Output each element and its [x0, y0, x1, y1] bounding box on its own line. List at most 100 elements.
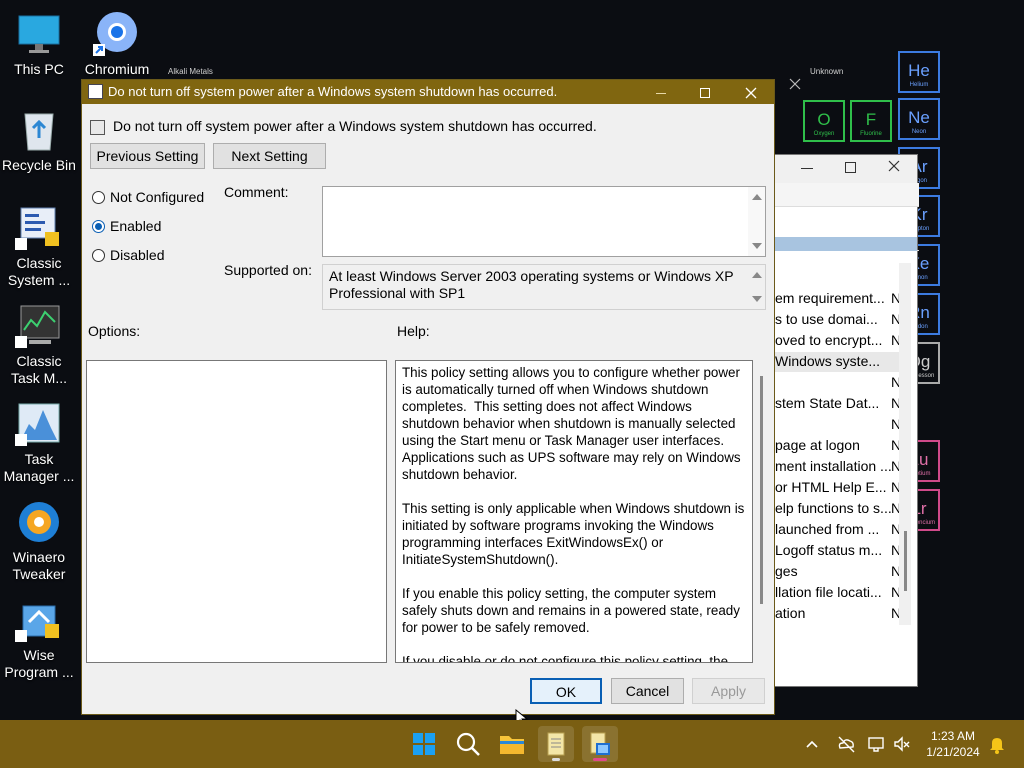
policy-row-name[interactable]: em requirement... — [775, 290, 905, 306]
wallpaper-element: O Oxygen — [803, 100, 845, 142]
minimize-icon — [656, 92, 666, 94]
search-icon — [456, 732, 480, 756]
maximize-icon[interactable] — [845, 162, 856, 173]
help-text: This policy setting allows you to config… — [402, 365, 745, 663]
cancel-button[interactable]: Cancel — [611, 678, 684, 704]
radio-circle[interactable] — [92, 191, 105, 204]
comment-textarea[interactable] — [322, 186, 766, 257]
group-policy-icon — [590, 732, 610, 755]
dialog-titlebar[interactable]: Do not turn off system power after a Win… — [82, 80, 774, 104]
close-icon[interactable] — [887, 159, 901, 176]
supported-scrollbar[interactable] — [748, 265, 765, 309]
scroll-down-icon[interactable] — [752, 243, 762, 249]
maximize-button[interactable] — [682, 80, 728, 104]
dialog-title: Do not turn off system power after a Win… — [108, 84, 558, 99]
wallpaper-header-right: Unknown — [810, 67, 844, 76]
policy-row-name[interactable]: llation file locati... — [775, 584, 905, 600]
policy-row-name[interactable]: s to use domai... — [775, 311, 905, 327]
wallpaper-element: F Fluorine — [850, 100, 892, 142]
desktop-icon-classic-system[interactable]: Classic System ... — [2, 204, 76, 289]
policy-row-name[interactable]: or HTML Help E... — [775, 479, 905, 495]
policy-row-name[interactable]: launched from ... — [775, 521, 905, 537]
background-window-close-icon[interactable] — [773, 72, 809, 96]
policy-list-scrollbar[interactable] — [899, 263, 911, 625]
policy-row-name[interactable]: ges — [775, 563, 905, 579]
desktop-icon-label: Chromium — [84, 61, 150, 77]
classic-task-manager-icon — [15, 302, 63, 350]
monitor-icon — [15, 10, 63, 58]
supported-on-value: At least Windows Server 2003 operating s… — [329, 268, 734, 301]
group-policy-button[interactable] — [582, 726, 618, 762]
cloud-offline-icon[interactable] — [836, 734, 856, 757]
background-policy-window: em requirement... Ns to use domai... Noved… — [760, 154, 919, 687]
policy-row-name[interactable]: Logoff status m... — [775, 542, 905, 558]
radio-circle[interactable] — [92, 249, 105, 262]
clock-time: 1:23 AM — [930, 729, 976, 743]
desktop-icon-this-pc[interactable]: This PC — [2, 10, 76, 78]
policy-row-name[interactable]: ment installation ... — [775, 458, 905, 474]
scroll-up-icon[interactable] — [752, 194, 762, 200]
policy-row-name[interactable]: elp functions to s... — [775, 500, 905, 516]
recycle-bin-icon — [15, 106, 63, 154]
policy-row-name[interactable]: ation — [775, 605, 905, 621]
desktop-icon-classic-task-manager[interactable]: Classic Task M... — [2, 302, 76, 387]
radio-circle-selected[interactable] — [92, 220, 105, 233]
volume-muted-icon[interactable] — [892, 734, 912, 757]
next-setting-button[interactable]: Next Setting — [213, 143, 326, 169]
desktop-icon-label: Recycle Bin — [2, 157, 76, 173]
policy-row-name[interactable]: oved to encrypt... — [775, 332, 905, 348]
desktop-icon-recycle-bin[interactable]: Recycle Bin — [2, 106, 76, 174]
comment-label: Comment: — [224, 184, 289, 200]
minimize-icon[interactable] — [801, 168, 813, 169]
desktop-icon-label: Winaero Tweaker — [12, 549, 66, 582]
policy-setting-dialog: Do not turn off system power after a Win… — [81, 79, 775, 715]
file-explorer-button[interactable] — [494, 726, 530, 762]
wallpaper-element: He Helium — [898, 51, 940, 93]
radio-enabled[interactable]: Enabled — [92, 218, 161, 234]
file-explorer-icon — [500, 736, 524, 754]
search-button[interactable] — [450, 726, 486, 762]
notepad-icon — [547, 732, 565, 756]
minimize-button[interactable] — [638, 80, 684, 104]
policy-row-name[interactable]: stem State Dat... — [775, 395, 905, 411]
desktop-icon-wise-program[interactable]: Wise Program ... — [2, 596, 76, 681]
supported-on-field: At least Windows Server 2003 operating s… — [322, 264, 766, 310]
clock[interactable]: 1:23 AM 1/21/2024 — [922, 728, 984, 760]
comment-scrollbar[interactable] — [748, 187, 765, 256]
apply-button[interactable]: Apply — [692, 678, 765, 704]
scroll-up-icon[interactable] — [752, 272, 762, 278]
background-window-header — [761, 237, 917, 251]
policy-row-name[interactable]: Windows syste... — [775, 353, 905, 369]
background-window-toolbar — [761, 183, 919, 207]
start-button[interactable] — [406, 726, 442, 762]
policy-row-name[interactable]: page at logon — [775, 437, 905, 453]
previous-setting-button[interactable]: Previous Setting — [90, 143, 205, 169]
supported-on-label: Supported on: — [224, 262, 312, 278]
desktop-icon-task-manager[interactable]: Task Manager ... — [2, 400, 76, 485]
task-manager-icon — [15, 400, 63, 448]
scroll-down-icon[interactable] — [752, 296, 762, 302]
policy-icon — [88, 84, 103, 99]
classic-system-icon — [15, 204, 63, 252]
desktop-icon-winaero-tweaker[interactable]: Winaero Tweaker — [2, 498, 76, 583]
wallpaper-header-left: Alkali Metals — [168, 67, 213, 76]
close-button[interactable] — [728, 80, 774, 104]
desktop-icon-label: This PC — [14, 61, 64, 77]
help-pane[interactable]: This policy setting allows you to config… — [395, 360, 753, 663]
background-window-titlebar — [761, 155, 917, 183]
radio-disabled[interactable]: Disabled — [92, 247, 164, 263]
chevron-up-icon[interactable] — [804, 736, 820, 755]
desktop-icon-label: Task Manager ... — [3, 451, 75, 484]
ok-button[interactable]: OK — [530, 678, 602, 704]
windows-start-icon — [413, 733, 435, 755]
desktop-icon-chromium[interactable]: Chromium — [80, 10, 154, 78]
wallpaper-element: Ne Neon — [898, 98, 940, 140]
notification-bell-icon[interactable] — [988, 734, 1006, 757]
network-icon[interactable] — [866, 734, 886, 757]
options-label: Options: — [88, 323, 141, 339]
help-label: Help: — [397, 323, 430, 339]
radio-not-configured[interactable]: Not Configured — [92, 189, 204, 205]
notepad-button[interactable] — [538, 726, 574, 762]
help-scrollbar-thumb[interactable] — [760, 376, 763, 604]
setting-name: Do not turn off system power after a Win… — [113, 118, 597, 134]
